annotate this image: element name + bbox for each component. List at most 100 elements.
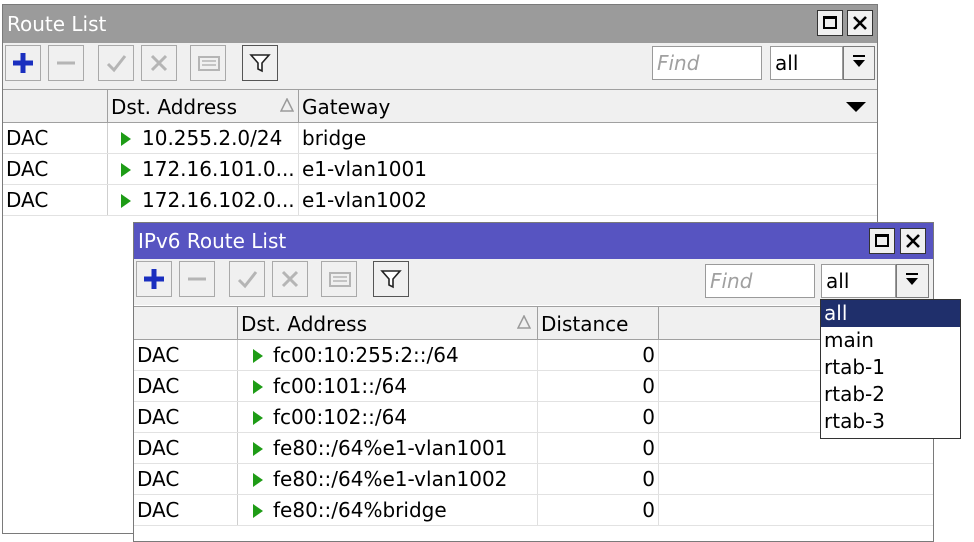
play-arrow-icon xyxy=(253,442,263,456)
remove-button[interactable] xyxy=(179,261,215,297)
plus-icon xyxy=(144,269,164,289)
row-dst-address: fc00:101::/64 xyxy=(238,371,538,401)
sort-asc-icon xyxy=(517,315,531,329)
dropdown-option-main[interactable]: main xyxy=(821,327,960,354)
maximize-icon xyxy=(875,234,889,247)
play-arrow-icon xyxy=(121,194,131,208)
route-list-toolbar: all xyxy=(3,43,877,89)
dropdown-arrow-icon xyxy=(853,55,865,67)
row-distance: 0 xyxy=(538,340,659,370)
row-flags: DAC xyxy=(134,433,238,463)
comment-button[interactable] xyxy=(190,45,226,81)
filter-button[interactable] xyxy=(373,261,409,297)
window-title: IPv6 Route List xyxy=(138,229,287,253)
window-title: Route List xyxy=(7,12,107,36)
column-header-flags[interactable] xyxy=(134,307,238,339)
table-filter-dropdown-button[interactable] xyxy=(896,264,929,298)
dropdown-option-rtab-1[interactable]: rtab-1 xyxy=(821,354,960,381)
comment-button[interactable] xyxy=(321,261,357,297)
row-dst-address: 172.16.102.0... xyxy=(108,185,299,215)
minus-icon xyxy=(188,277,206,281)
route-list-header: Dst. Address Gateway xyxy=(3,89,877,123)
table-row[interactable]: DAC fe80::/64%e1-vlan1001 0 xyxy=(134,433,933,464)
table-row[interactable]: DAC fe80::/64%bridge 0 xyxy=(134,495,933,526)
column-header-distance[interactable]: Distance xyxy=(538,307,659,339)
play-arrow-icon xyxy=(121,163,131,177)
row-flags: DAC xyxy=(3,123,108,153)
table-row[interactable]: DAC 10.255.2.0/24 bridge xyxy=(3,123,877,154)
row-distance: 0 xyxy=(538,495,659,525)
table-filter-select[interactable]: all xyxy=(770,46,843,80)
row-dst-address: fe80::/64%e1-vlan1002 xyxy=(238,464,538,494)
table-row[interactable]: DAC fc00:10:255:2::/64 0 xyxy=(134,340,933,371)
column-header-dst-address[interactable]: Dst. Address xyxy=(238,307,538,339)
play-arrow-icon xyxy=(253,349,263,363)
x-icon xyxy=(281,270,299,288)
dropdown-option-rtab-3[interactable]: rtab-3 xyxy=(821,408,960,435)
play-arrow-icon xyxy=(253,504,263,518)
table-row[interactable]: DAC fc00:101::/64 0 xyxy=(134,371,933,402)
table-row[interactable]: DAC 172.16.101.0... e1-vlan1001 xyxy=(3,154,877,185)
maximize-button[interactable] xyxy=(869,228,895,254)
row-dst-address: fc00:10:255:2::/64 xyxy=(238,340,538,370)
table-filter-value: all xyxy=(775,51,799,75)
play-arrow-icon xyxy=(253,411,263,425)
check-icon xyxy=(106,55,127,73)
row-distance: 0 xyxy=(538,402,659,432)
sort-asc-icon xyxy=(280,98,294,112)
table-filter-dropdown-button[interactable] xyxy=(843,46,875,80)
remove-button[interactable] xyxy=(48,45,84,81)
funnel-icon xyxy=(380,270,402,289)
dropdown-arrow-icon xyxy=(906,273,918,285)
find-input[interactable] xyxy=(705,264,815,298)
table-row[interactable]: DAC fc00:102::/64 0 xyxy=(134,402,933,433)
row-empty xyxy=(659,495,933,525)
filter-button[interactable] xyxy=(242,45,278,81)
column-header-flags[interactable] xyxy=(3,90,108,122)
ipv6-route-list-header: Dst. Address Distance xyxy=(134,306,933,340)
play-arrow-icon xyxy=(253,380,263,394)
close-button[interactable] xyxy=(900,228,926,254)
dropdown-option-all[interactable]: all xyxy=(821,300,960,327)
column-header-gateway[interactable]: Gateway xyxy=(299,90,877,122)
disable-button[interactable] xyxy=(272,261,308,297)
minus-icon xyxy=(57,61,75,65)
funnel-icon xyxy=(249,54,271,73)
table-filter-select[interactable]: all xyxy=(821,264,896,298)
table-row[interactable]: DAC 172.16.102.0... e1-vlan1002 xyxy=(3,185,877,216)
column-header-dst-address[interactable]: Dst. Address xyxy=(108,90,299,122)
dropdown-option-rtab-2[interactable]: rtab-2 xyxy=(821,381,960,408)
row-distance: 0 xyxy=(538,371,659,401)
add-button[interactable] xyxy=(5,45,41,81)
play-arrow-icon xyxy=(121,132,131,146)
row-gateway: e1-vlan1002 xyxy=(302,188,427,212)
check-icon xyxy=(237,271,258,289)
enable-button[interactable] xyxy=(98,45,134,81)
close-icon xyxy=(853,16,867,30)
close-icon xyxy=(906,234,920,248)
plus-icon xyxy=(13,53,33,73)
row-distance: 0 xyxy=(538,464,659,494)
row-flags: DAC xyxy=(134,464,238,494)
note-icon xyxy=(329,272,351,287)
row-distance: 0 xyxy=(538,433,659,463)
enable-button[interactable] xyxy=(229,261,265,297)
maximize-button[interactable] xyxy=(817,10,843,36)
row-flags: DAC xyxy=(3,185,108,215)
disable-button[interactable] xyxy=(141,45,177,81)
row-flags: DAC xyxy=(134,340,238,370)
chevron-down-icon[interactable] xyxy=(845,101,867,113)
find-input[interactable] xyxy=(652,46,762,80)
close-button[interactable] xyxy=(847,10,873,36)
add-button[interactable] xyxy=(136,261,172,297)
row-dst-address: fe80::/64%bridge xyxy=(238,495,538,525)
ipv6-route-list-toolbar: all xyxy=(134,259,933,305)
row-flags: DAC xyxy=(134,495,238,525)
table-row[interactable]: DAC fe80::/64%e1-vlan1002 0 xyxy=(134,464,933,495)
route-list-titlebar[interactable]: Route List xyxy=(3,5,877,43)
row-dst-address: fe80::/64%e1-vlan1001 xyxy=(238,433,538,463)
ipv6-route-list-window: IPv6 Route List Find all Dst. Address Di… xyxy=(133,222,934,542)
ipv6-route-list-titlebar[interactable]: IPv6 Route List xyxy=(134,223,933,259)
row-flags: DAC xyxy=(134,371,238,401)
row-dst-address: 10.255.2.0/24 xyxy=(108,123,299,153)
